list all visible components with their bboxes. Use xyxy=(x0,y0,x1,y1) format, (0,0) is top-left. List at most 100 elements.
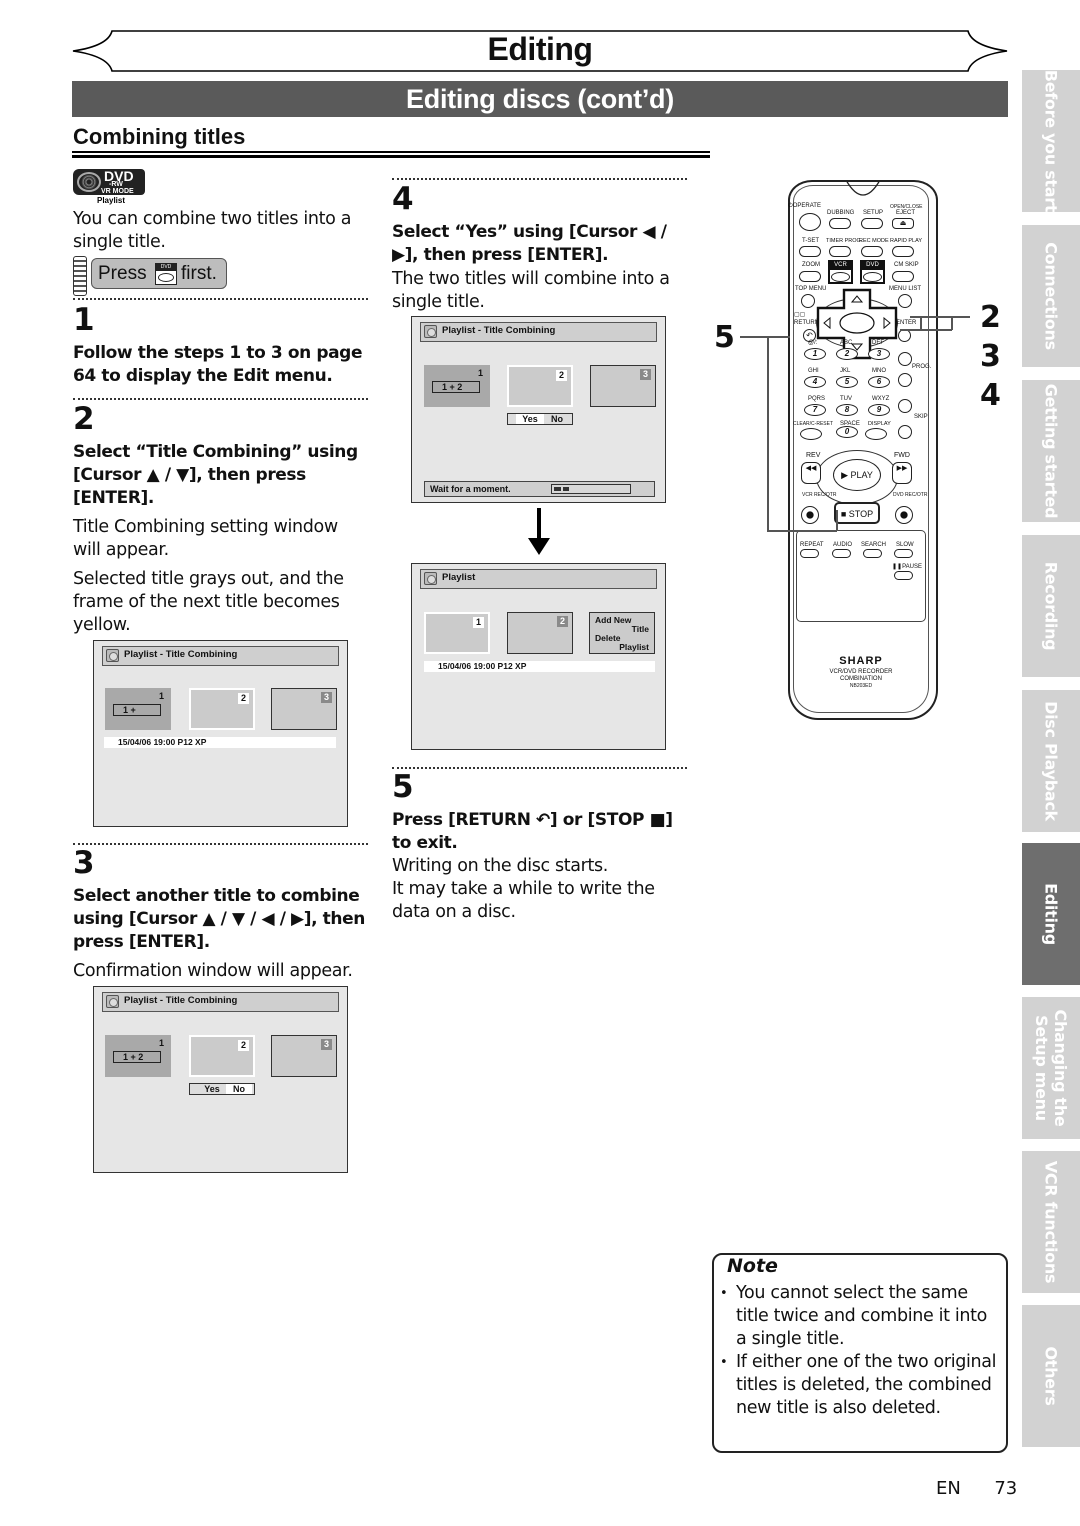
slow-button[interactable] xyxy=(894,549,913,558)
eject-button[interactable]: ⏏ xyxy=(892,218,914,229)
cm-skip-button[interactable] xyxy=(892,271,914,282)
title-thumb-3[interactable]: 3 xyxy=(271,688,337,730)
delete-playlist-option[interactable]: Delete xyxy=(595,634,621,643)
step-5-note-1: Writing on the disc starts. xyxy=(392,856,608,876)
callout-line xyxy=(910,316,970,318)
step-2-note-2: Selected title grays out, and the frame … xyxy=(73,569,344,635)
vcr-button[interactable]: VCR xyxy=(828,260,853,284)
search-button[interactable] xyxy=(863,549,882,558)
divider xyxy=(73,843,368,845)
enter-button[interactable] xyxy=(898,329,911,342)
page-footer: EN 73 xyxy=(936,1478,1017,1499)
prog-down-button[interactable] xyxy=(898,373,912,387)
number-key-6[interactable]: 6 xyxy=(868,376,890,388)
setup-button[interactable] xyxy=(861,218,883,229)
chapter-tab-label: Connections xyxy=(1041,242,1061,350)
progress-fill xyxy=(554,487,569,491)
title-thumb-1[interactable]: 1 1 + 2 xyxy=(105,1035,171,1077)
menu-list-button[interactable] xyxy=(898,294,912,308)
key-letters: WXYZ xyxy=(872,396,890,402)
prog-up-button[interactable] xyxy=(898,352,912,366)
number-key-5[interactable]: 5 xyxy=(836,376,858,388)
rapid-play-button[interactable] xyxy=(892,246,914,257)
remote-mini-icon xyxy=(73,256,87,296)
chapter-tab-disc-playback[interactable]: Disc Playback xyxy=(1022,690,1080,832)
skip-forward-button[interactable] xyxy=(898,399,912,413)
number-key-1[interactable]: 1 xyxy=(804,348,826,360)
rec-mode-button[interactable] xyxy=(861,246,883,257)
step-2-instruction: Select “Title Combining” using [Cursor ▲… xyxy=(73,442,358,508)
divider xyxy=(392,767,687,769)
page-number: 73 xyxy=(994,1478,1018,1499)
step-3-instruction: Select another title to combine using [C… xyxy=(73,886,365,952)
title-thumb-1[interactable]: 1 1 + xyxy=(105,688,171,730)
step-3-number: 3 xyxy=(73,845,95,881)
chapter-tab-changing-the-setup-menu[interactable]: Changing the Setup menu xyxy=(1022,997,1080,1139)
tset-button[interactable] xyxy=(799,246,821,257)
playlist-icon xyxy=(106,995,119,1008)
fwd-button[interactable]: ▶▶ xyxy=(892,462,912,484)
stop-button[interactable]: ■ STOP xyxy=(834,502,880,524)
number-key-4[interactable]: 4 xyxy=(804,376,826,388)
dvd-button[interactable]: DVD xyxy=(860,260,885,284)
subsection-title: Combining titles xyxy=(73,124,246,149)
chapter-tab-label: Others xyxy=(1041,1346,1061,1406)
add-new-title-option[interactable]: Add New xyxy=(595,616,631,625)
number-key-8[interactable]: 8 xyxy=(836,404,858,416)
title-thumb-3[interactable]: 3 xyxy=(590,365,656,407)
title-thumb-1[interactable]: 1 xyxy=(424,612,490,654)
combine-field: 1 + 2 xyxy=(432,381,480,393)
number-key-3[interactable]: 3 xyxy=(868,348,890,360)
step-1-number: 1 xyxy=(73,302,95,338)
repeat-button[interactable] xyxy=(800,549,819,558)
chapter-tab-vcr-functions[interactable]: VCR functions xyxy=(1022,1151,1080,1293)
timer-prog-button[interactable] xyxy=(829,246,851,257)
pause-button[interactable] xyxy=(894,571,913,580)
top-menu-button[interactable] xyxy=(801,294,815,308)
key-letters: DEF xyxy=(872,340,884,346)
number-key-2[interactable]: 2 xyxy=(836,348,858,360)
yes-no-selector[interactable]: Yes No xyxy=(189,1083,255,1095)
rev-button[interactable]: ◀◀ xyxy=(801,462,821,484)
title-thumb-3[interactable]: 3 xyxy=(271,1035,337,1077)
note-item: You cannot select the same title twice a… xyxy=(720,1282,1002,1351)
callout-line xyxy=(767,530,837,532)
display-button[interactable] xyxy=(865,428,887,440)
chapter-tab-editing[interactable]: Editing xyxy=(1022,843,1080,985)
skip-back-button[interactable] xyxy=(898,425,912,439)
dvd-rec-button[interactable] xyxy=(895,506,913,524)
dvd-rw-vr-playlist-badge: DVD -RW VR MODE Playlist xyxy=(73,169,145,205)
callout-line xyxy=(920,316,922,330)
no-option[interactable]: No xyxy=(544,414,570,424)
chapter-tab-before-you-start[interactable]: Before you start xyxy=(1022,70,1080,212)
key-letters: @/: xyxy=(808,340,818,346)
zoom-button[interactable] xyxy=(799,271,821,282)
note-item: If either one of the two original titles… xyxy=(720,1351,1002,1420)
chapter-tab-getting-started[interactable]: Getting started xyxy=(1022,380,1080,522)
audio-button[interactable] xyxy=(832,549,851,558)
title-thumb-1[interactable]: 1 1 + 2 xyxy=(424,365,490,407)
yes-option[interactable]: Yes xyxy=(198,1084,226,1094)
combine-field: 1 + 2 xyxy=(113,1051,161,1063)
yes-no-selector[interactable]: Yes No xyxy=(507,413,573,425)
osd-screen-writing: Playlist - Title Combining 1 1 + 2 2 3 Y… xyxy=(411,316,666,503)
title-thumb-2[interactable]: 2 xyxy=(507,612,573,654)
osd-screen-confirmation: Playlist - Title Combining 1 1 + 2 2 3 Y… xyxy=(93,986,348,1173)
number-key-9[interactable]: 9 xyxy=(868,404,890,416)
chapter-tab-recording[interactable]: Recording xyxy=(1022,535,1080,677)
osd-screen-title-combining: Playlist - Title Combining 1 1 + 2 3 15/… xyxy=(93,640,348,827)
dubbing-button[interactable] xyxy=(829,218,851,229)
yes-option[interactable]: Yes xyxy=(516,414,544,424)
chapter-tab-others[interactable]: Others xyxy=(1022,1305,1080,1447)
no-option[interactable]: No xyxy=(226,1084,252,1094)
title-thumb-2[interactable]: 2 xyxy=(189,688,255,730)
title-thumb-2[interactable]: 2 xyxy=(189,1035,255,1077)
vcr-rec-button[interactable] xyxy=(801,506,819,524)
title-thumb-2[interactable]: 2 xyxy=(507,365,573,407)
play-button[interactable]: ▶ PLAY xyxy=(833,459,881,491)
callout-line xyxy=(740,336,790,338)
clear-button[interactable] xyxy=(800,428,822,440)
operate-button[interactable] xyxy=(799,213,821,231)
number-key-7[interactable]: 7 xyxy=(804,404,826,416)
chapter-tab-connections[interactable]: Connections xyxy=(1022,225,1080,367)
